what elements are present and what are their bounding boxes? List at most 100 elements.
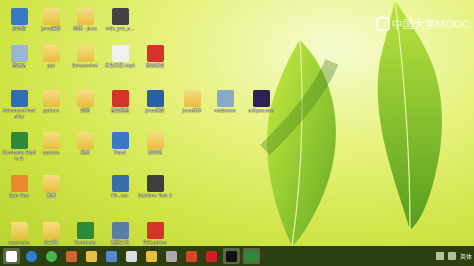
- folder-icon: [76, 90, 94, 107]
- desktop-icon[interactable]: Screenshot: [68, 45, 102, 70]
- system-tray[interactable]: 英体: [435, 248, 472, 264]
- taskbar-apps: [0, 248, 260, 264]
- desktop-icon[interactable]: Java编程: [34, 8, 68, 33]
- desktop-icon[interactable]: 小工具: [34, 222, 68, 246]
- taskbar: 英体: [0, 246, 474, 266]
- taskbar-cmd-button[interactable]: [223, 248, 240, 264]
- ie-icon: [26, 250, 37, 262]
- app-icon: [206, 250, 217, 262]
- desktop-icon[interactable]: 片头片尾 mp4: [103, 45, 137, 70]
- desktop-icon-label: Java编程: [41, 27, 61, 32]
- app-icon: [111, 222, 129, 239]
- mooc-logo-icon: [375, 17, 390, 31]
- app-icon: [146, 175, 164, 192]
- taskbar-powerpoint-button[interactable]: [183, 248, 200, 264]
- volume-icon[interactable]: [447, 252, 456, 260]
- cmd-icon: [226, 250, 237, 262]
- desktop-icon[interactable]: Fli...ver: [103, 175, 137, 200]
- folder-icon: [146, 132, 164, 149]
- taskbar-start-button[interactable]: [3, 248, 20, 264]
- desktop-icon[interactable]: FSCapture: [138, 222, 172, 246]
- taskbar-player-button[interactable]: [103, 248, 120, 264]
- desktop-icon-label: 此电脑: [12, 27, 26, 32]
- monitor-icon: [126, 250, 137, 262]
- desktop-icon-label: Sublime Text 3: [138, 194, 172, 199]
- app-icon: [10, 45, 28, 62]
- desktop-icon[interactable]: Camtasia Studio 8: [2, 132, 36, 162]
- desktop-icon[interactable]: 素材: [34, 175, 68, 200]
- taskbar-explorer-button[interactable]: [83, 248, 100, 264]
- folder-icon: [76, 8, 94, 25]
- desktop-icon[interactable]: mbr_pro_e...: [103, 8, 137, 33]
- desktop-icon[interactable]: netbeans: [208, 90, 242, 115]
- desktop-icon-label: Epic Pen: [9, 194, 29, 199]
- desktop-icon[interactable]: Advanced Installer: [2, 90, 36, 120]
- folder-icon: [76, 45, 94, 62]
- taskbar-360-button[interactable]: [43, 248, 60, 264]
- desktop-icon-label: Java课堂: [145, 109, 165, 114]
- desktop-icon-label: 素材: [46, 194, 56, 199]
- taskbar-settings-button[interactable]: [163, 248, 180, 264]
- desktop-icon[interactable]: 极域课堂: [138, 45, 172, 70]
- player-icon: [106, 250, 117, 262]
- folder-icon: [183, 90, 201, 107]
- desktop-icon-label: 片头片尾 mp4: [104, 64, 136, 69]
- desktop-icon[interactable]: Camtasia: [68, 222, 102, 246]
- desktop-icon[interactable]: Pand: [103, 132, 137, 157]
- app-icon: [10, 175, 28, 192]
- desktop-icon[interactable]: 回收站: [2, 45, 36, 70]
- desktop-icon-label: Screenshot: [72, 64, 98, 69]
- desktop-icon[interactable]: 视频: [68, 132, 102, 157]
- desktop-icon[interactable]: 百度网盘: [103, 90, 137, 115]
- app-icon: [111, 90, 129, 107]
- desktop-icon[interactable]: update: [34, 132, 68, 157]
- wallpaper-leaves: [260, 0, 442, 246]
- desktop-icon[interactable]: ucancam: [2, 222, 36, 246]
- desktop-icon-label: mbr_pro_e...: [105, 27, 135, 32]
- folder-icon: [42, 132, 60, 149]
- desktop-icon-label: eclipse.exe: [248, 109, 274, 114]
- desktop-icon[interactable]: 截图工具: [103, 222, 137, 246]
- desktop-icon-label: 新学期: [148, 151, 162, 156]
- taskbar-monitor-button[interactable]: [123, 248, 140, 264]
- desktop-icon[interactable]: 此电脑: [2, 8, 36, 33]
- desktop-icon-label: 说明: [80, 109, 90, 114]
- desktop-icon[interactable]: 新学期: [138, 132, 172, 157]
- desktop-icon[interactable]: eclipse.exe: [244, 90, 278, 115]
- app-icon: [146, 90, 164, 107]
- desktop-icon-label: Java课件: [182, 109, 202, 114]
- taskbar-pen-button[interactable]: [63, 248, 80, 264]
- watermark: 中国大学MOOC: [375, 14, 470, 34]
- desktop-icon-label: ppt: [47, 64, 55, 69]
- desktop-icon[interactable]: Sublime Text 3: [138, 175, 172, 200]
- taskbar-photo-button[interactable]: [143, 248, 160, 264]
- settings-icon: [166, 250, 177, 262]
- folder-icon: [10, 222, 28, 239]
- photo-icon: [146, 250, 157, 262]
- desktop[interactable]: 中国大学MOOC 此电脑 Java编程 新建 - Java mbr_pro_e... 回…: [0, 0, 474, 246]
- desktop-icon[interactable]: 说明: [68, 90, 102, 115]
- desktop-icon[interactable]: python: [34, 90, 68, 115]
- desktop-icon[interactable]: Epic Pen: [2, 175, 36, 200]
- ime-indicator[interactable]: 英体: [460, 252, 472, 261]
- start-icon: [6, 250, 17, 262]
- desktop-icon[interactable]: 新建 - Java: [68, 8, 102, 33]
- desktop-icon-label: 极域课堂: [145, 64, 165, 69]
- desktop-icon[interactable]: Java课件: [175, 90, 209, 115]
- network-icon[interactable]: [435, 252, 444, 260]
- pen-icon: [66, 250, 77, 262]
- taskbar-camtasia-button[interactable]: [243, 248, 260, 264]
- camtasia-icon: [246, 250, 257, 262]
- taskbar-app-button[interactable]: [203, 248, 220, 264]
- desktop-icon-label: python: [42, 109, 60, 114]
- desktop-icon[interactable]: Java课堂: [138, 90, 172, 115]
- desktop-icon-label: 百度网盘: [110, 109, 130, 114]
- taskbar-ie-button[interactable]: [23, 248, 40, 264]
- folder-icon: [42, 8, 60, 25]
- desktop-icon-label: Camtasia Studio 8: [2, 151, 36, 162]
- app-icon: [10, 8, 28, 25]
- desktop-icon[interactable]: ppt: [34, 45, 68, 70]
- folder-icon: [42, 45, 60, 62]
- desktop-icon-label: 视频: [80, 151, 90, 156]
- folder-icon: [42, 90, 60, 107]
